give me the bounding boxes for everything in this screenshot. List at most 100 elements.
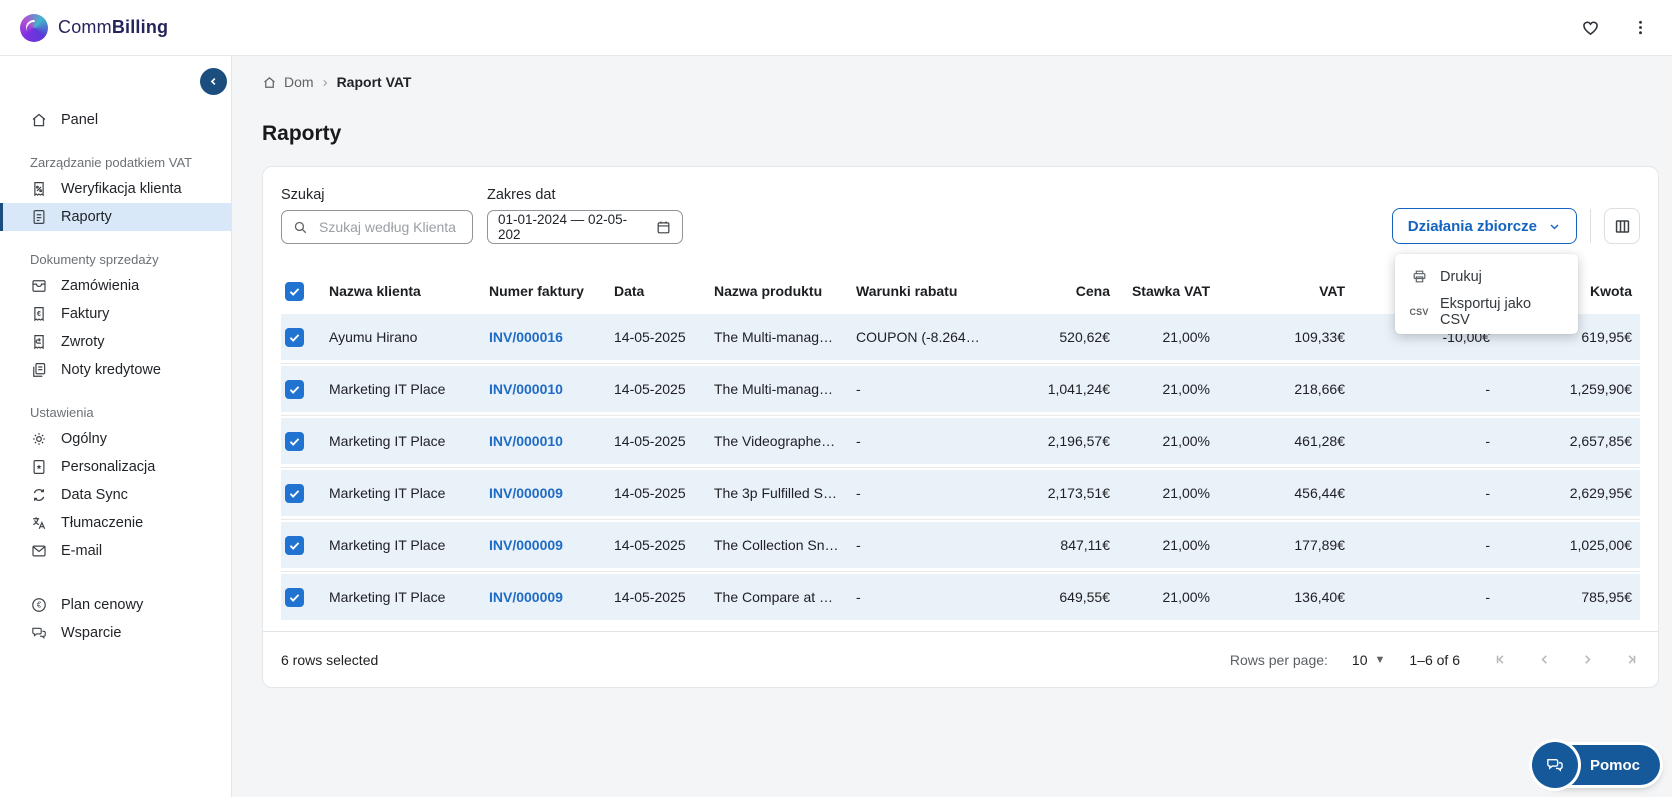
sidebar-section-ustawienia: Ustawienia	[30, 405, 94, 420]
chevron-down-icon	[1548, 220, 1561, 233]
sidebar-item-wsparcie[interactable]: Wsparcie	[0, 619, 231, 647]
cell-discount: -	[1485, 433, 1490, 449]
actions-divider	[1590, 209, 1591, 243]
bulk-actions-menu: Drukuj CSV Eksportuj jako CSV	[1395, 254, 1578, 334]
sidebar-item-plan-cenowy[interactable]: € Plan cenowy	[0, 591, 231, 619]
sidebar-item-label: Weryfikacja klienta	[61, 181, 182, 197]
cell-product: The Videographe…	[714, 433, 836, 449]
topbar: CommBilling	[0, 0, 1672, 56]
invoice-link[interactable]: INV/000009	[481, 589, 606, 605]
invoice-link[interactable]: INV/000016	[481, 329, 606, 345]
next-page-icon[interactable]	[1578, 650, 1597, 669]
sidebar-item-email[interactable]: E-mail	[0, 537, 231, 565]
cell-discount: -	[1485, 381, 1490, 397]
rows-per-page-value: 10	[1351, 651, 1368, 668]
personalization-icon	[30, 458, 48, 476]
support-chat-icon	[30, 624, 48, 642]
sidebar-item-raporty[interactable]: Raporty	[0, 203, 231, 231]
cell-client: Marketing IT Place	[329, 589, 446, 605]
sidebar-item-zamowienia[interactable]: Zamówienia	[0, 272, 231, 300]
sidebar-item-tlumaczenie[interactable]: Tłumaczenie	[0, 509, 231, 537]
date-range-input[interactable]: 01-01-2024 — 02-05-202	[487, 210, 683, 244]
breadcrumb-chevron-icon: ›	[322, 73, 328, 91]
column-header-client[interactable]: Nazwa klienta	[321, 283, 481, 299]
table-row[interactable]: Marketing IT Place INV/000009 14-05-2025…	[281, 522, 1640, 572]
first-page-icon[interactable]	[1492, 650, 1511, 669]
cell-price: 2,173,51€	[1047, 485, 1110, 501]
sidebar-collapse-button[interactable]	[200, 68, 227, 95]
column-settings-button[interactable]	[1604, 208, 1640, 244]
cell-amount: 785,95€	[1581, 589, 1632, 605]
search-label: Szukaj	[281, 187, 325, 203]
filters-row: Szukaj Zakres dat 01-01-2024 — 02-05-202	[281, 187, 1640, 244]
select-all-checkbox[interactable]	[285, 281, 304, 301]
row-checkbox[interactable]	[285, 379, 304, 399]
cell-client: Marketing IT Place	[329, 537, 446, 553]
cell-amount: 1,259,90€	[1569, 381, 1632, 397]
table-row[interactable]: Marketing IT Place INV/000010 14-05-2025…	[281, 418, 1640, 468]
credit-notes-icon	[30, 361, 48, 379]
sidebar-item-panel[interactable]: Panel	[0, 106, 231, 134]
sidebar-item-data-sync[interactable]: Data Sync	[0, 481, 231, 509]
kebab-menu-icon[interactable]	[1629, 16, 1652, 39]
cell-price: 1,041,24€	[1047, 381, 1110, 397]
column-header-product[interactable]: Nazwa produktu	[706, 283, 848, 299]
cell-vat: 136,40€	[1294, 589, 1345, 605]
invoice-link[interactable]: INV/000010	[481, 433, 606, 449]
search-input[interactable]	[317, 218, 462, 236]
cell-product: The Compare at …	[714, 589, 834, 605]
cell-date: 14-05-2025	[614, 329, 686, 345]
favorites-heart-icon[interactable]	[1578, 15, 1603, 40]
column-header-vat-rate[interactable]: Stawka VAT	[1118, 283, 1218, 299]
row-checkbox[interactable]	[285, 587, 304, 607]
columns-icon	[1613, 217, 1632, 236]
invoice-link[interactable]: INV/000009	[481, 537, 606, 553]
cell-discount: -	[1485, 589, 1490, 605]
column-header-date[interactable]: Data	[606, 283, 706, 299]
table-row[interactable]: Marketing IT Place INV/000009 14-05-2025…	[281, 470, 1640, 520]
breadcrumb-home-icon	[262, 75, 277, 90]
report-card: Szukaj Zakres dat 01-01-2024 — 02-05-202	[262, 166, 1659, 688]
bulk-actions-label: Działania zbiorcze	[1407, 217, 1537, 235]
sidebar-item-faktury[interactable]: € Faktury	[0, 300, 231, 328]
breadcrumb-home[interactable]: Dom	[262, 74, 314, 90]
table-row[interactable]: Marketing IT Place INV/000009 14-05-2025…	[281, 574, 1640, 620]
sidebar-item-ogolny[interactable]: Ogólny	[0, 425, 231, 453]
sidebar-item-label: Data Sync	[61, 487, 128, 503]
bulk-actions-button[interactable]: Działania zbiorcze	[1391, 208, 1577, 244]
cell-amount: 2,629,95€	[1569, 485, 1632, 501]
row-checkbox[interactable]	[285, 535, 304, 555]
column-header-invoice[interactable]: Numer faktury	[481, 283, 606, 299]
cell-date: 14-05-2025	[614, 433, 686, 449]
menu-item-label: Drukuj	[1440, 268, 1482, 285]
column-header-discount-terms[interactable]: Warunki rabatu	[848, 283, 998, 299]
last-page-icon[interactable]	[1621, 650, 1640, 669]
row-checkbox[interactable]	[285, 327, 304, 347]
row-checkbox[interactable]	[285, 431, 304, 451]
menu-item-export-csv[interactable]: CSV Eksportuj jako CSV	[1395, 294, 1578, 329]
sidebar-item-zwroty[interactable]: Zwroty	[0, 328, 231, 356]
sidebar-section-vat: Zarządzanie podatkiem VAT	[30, 155, 193, 170]
invoice-link[interactable]: INV/000009	[481, 485, 606, 501]
row-checkbox[interactable]	[285, 483, 304, 503]
cell-price: 520,62€	[1059, 329, 1110, 345]
svg-text:€: €	[37, 310, 41, 318]
receipt-percent-icon	[30, 180, 48, 198]
date-range-label: Zakres dat	[487, 187, 556, 203]
menu-item-print[interactable]: Drukuj	[1395, 259, 1578, 294]
printer-icon	[1410, 268, 1428, 285]
euro-circle-icon: €	[30, 596, 48, 614]
cell-vat: 456,44€	[1294, 485, 1345, 501]
report-document-icon	[30, 208, 48, 226]
table-row[interactable]: Marketing IT Place INV/000010 14-05-2025…	[281, 366, 1640, 416]
cell-vat-rate: 21,00%	[1162, 329, 1210, 345]
sidebar-item-noty-kredytowe[interactable]: Noty kredytowe	[0, 356, 231, 384]
sidebar-item-personalizacja[interactable]: Personalizacja	[0, 453, 231, 481]
column-header-vat[interactable]: VAT	[1218, 283, 1353, 299]
column-header-price[interactable]: Cena	[998, 283, 1118, 299]
previous-page-icon[interactable]	[1535, 650, 1554, 669]
help-button[interactable]: Pomoc	[1531, 742, 1660, 788]
invoice-link[interactable]: INV/000010	[481, 381, 606, 397]
sidebar-item-weryfikacja-klienta[interactable]: Weryfikacja klienta	[0, 175, 231, 203]
rows-per-page-select[interactable]: 10 ▼	[1352, 652, 1385, 668]
